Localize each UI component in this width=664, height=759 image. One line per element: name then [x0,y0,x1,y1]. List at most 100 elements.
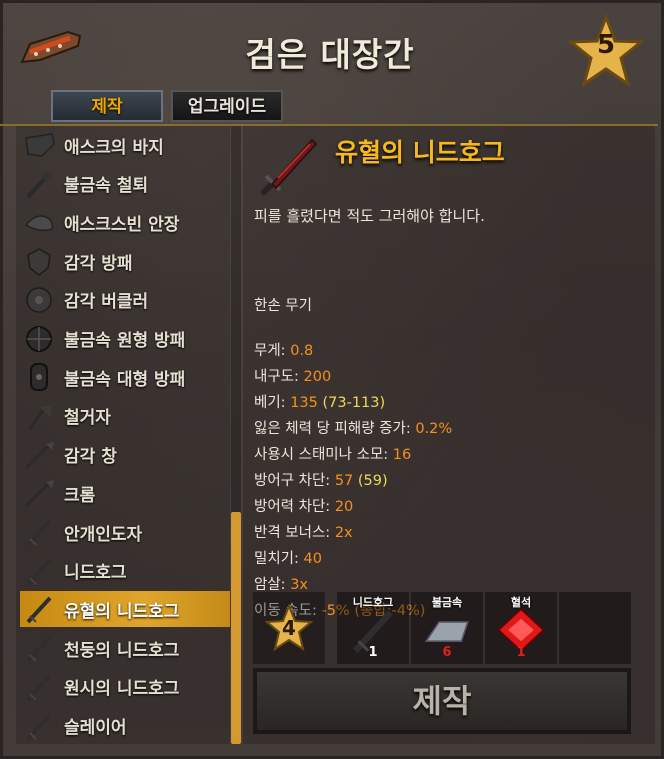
item-stats: 한손 무기 무게: 0.8 내구도: 200 베기: 135 (73-113) 잃은 … [254,255,644,624]
stat-row: 베기: 135 (73-113) [254,390,644,416]
item-description: 피를 흘렸다면 적도 그러해야 합니다. [254,207,485,225]
material-name: 혈석 [510,596,532,609]
shield-icon [27,248,51,277]
stat-value: 3x [290,577,308,593]
stat-label: 내구도: [254,369,304,385]
material-slot: 불금속 6 [411,592,483,664]
stat-value: 57 [334,473,354,489]
tower-shield-icon [30,363,48,392]
item-type: 한손 무기 [254,298,312,314]
stat-label: 베기: [254,395,291,411]
station-level: 5 [596,30,616,60]
recipe-label: 불금속 대형 방패 [64,369,186,390]
tab-upgrade[interactable]: 업그레이드 [171,90,283,122]
recipe-label: 유혈의 니드호그 [64,601,180,622]
recipe-label: 천둥의 니드호그 [64,640,180,661]
stat-row: 잃은 체력 당 피해량 증가: 0.2% [254,416,644,442]
stat-row: 밀치기: 40 [254,546,644,572]
recipe-item[interactable]: 크롬 [20,475,230,511]
stat-value: 2x [334,525,353,541]
recipe-item[interactable]: 원시의 니드호그 [20,669,230,705]
recipe-item[interactable]: 니드호그 [20,553,230,589]
recipe-item[interactable]: 철거자 [20,398,230,434]
station-title: 검은 대장간 [245,35,415,74]
recipe-item[interactable]: 애스크스빈 안장 [20,204,230,240]
stat-row: 방어력 차단: 20 [254,494,644,520]
recipe-label: 감각 방패 [64,253,133,274]
stat-label: 방어구 차단: [254,473,335,489]
stat-value: 40 [303,551,322,567]
sword-icon [26,519,52,547]
recipe-label: 불금속 원형 방패 [64,331,186,351]
round-shield-icon [26,325,52,352]
axe-icon [28,404,52,430]
stat-label: 암살: [254,577,291,593]
stat-row: 반격 보너스: 2x [254,520,644,546]
buckler-icon [26,287,52,313]
sword-icon [261,138,318,195]
recipe-label: 불금속 철퇴 [64,176,149,197]
recipe-label: 니드호그 [64,563,127,584]
recipe-label: 안개인도자 [64,524,143,545]
saddle-icon [24,215,54,232]
recipe-item[interactable]: 감각 방패 [20,243,230,279]
craft-button[interactable]: 제작 [253,668,631,734]
stat-row: 사용시 스태미나 소모: 16 [254,442,644,468]
mace-icon [26,170,52,199]
recipe-item[interactable]: 안개인도자 [20,514,230,550]
sword-icon [26,674,52,702]
stat-value: 16 [392,447,412,463]
stat-label: 반격 보너스: [254,525,335,541]
recipe-item[interactable]: 불금속 대형 방패 [20,359,230,395]
stat-value: 20 [334,499,354,515]
recipe-item[interactable]: 불금속 철퇴 [20,166,230,202]
recipe-label: 애스크스빈 안장 [64,214,180,235]
stat-value: 200 [303,369,332,385]
recipe-item[interactable]: 천둥의 니드호그 [20,630,230,666]
tab-craft[interactable]: 제작 [51,90,163,122]
stat-label: 밀치기: [254,551,304,567]
sword-icon [26,597,52,624]
sword-icon [26,635,52,663]
stat-row: 방어구 차단: 57 (59) [254,468,644,494]
recipe-label: 크롬 [64,485,96,506]
material-slot: 혈석 1 [485,592,557,664]
required-level-slot: 4 [253,592,325,664]
material-quantity: 6 [442,645,452,660]
recipe-item[interactable]: 감각 창 [20,437,230,473]
sword-icon [26,713,52,740]
recipe-item[interactable]: 감각 버클러 [20,282,230,318]
sword-icon [26,558,52,586]
recipe-label: 원시의 니드호그 [64,679,180,700]
spear-icon [24,480,54,508]
recipe-item[interactable]: 유혈의 니드호그 [20,591,230,628]
stat-row: 내구도: 200 [254,364,644,390]
material-quantity: 1 [368,645,378,660]
stat-label: 잃은 체력 당 피해량 증가: [254,421,416,437]
recipe-label: 감각 버클러 [64,292,149,313]
material-slot: 니드호그 1 [337,592,409,664]
stat-extra: (73-113) [317,395,386,411]
recipe-item[interactable]: 불금속 원형 방패 [20,321,230,357]
stat-label: 무게: [254,343,291,359]
material-name: 니드호그 [352,596,394,609]
anvil-icon [20,30,82,64]
recipe-item[interactable]: 슬레이어 [20,708,230,744]
item-name: 유혈의 니드호그 [335,138,505,167]
recipe-list: 애스크의 바지불금속 철퇴애스크스빈 안장감각 방패감각 버클러불금속 원형 방… [16,126,230,744]
stat-value: 135 [290,395,318,411]
recipe-label: 애스크의 바지 [64,137,164,158]
material-quantity: 1 [516,645,526,660]
stat-row: 무게: 0.8 [254,338,644,364]
pants-icon [25,133,55,157]
stat-value: 0.8 [290,343,314,359]
spear-icon [24,441,54,469]
stat-extra: (59) [353,473,388,489]
recipe-item[interactable]: 애스크의 바지 [20,127,230,163]
stat-label: 사용시 스태미나 소모: [254,447,393,463]
material-name: 불금속 [431,596,463,609]
stat-label: 방어력 차단: [254,499,335,515]
recipe-label: 감각 창 [64,447,117,468]
recipe-scrollbar-thumb[interactable] [231,512,241,744]
empty-material-slot [559,592,631,664]
